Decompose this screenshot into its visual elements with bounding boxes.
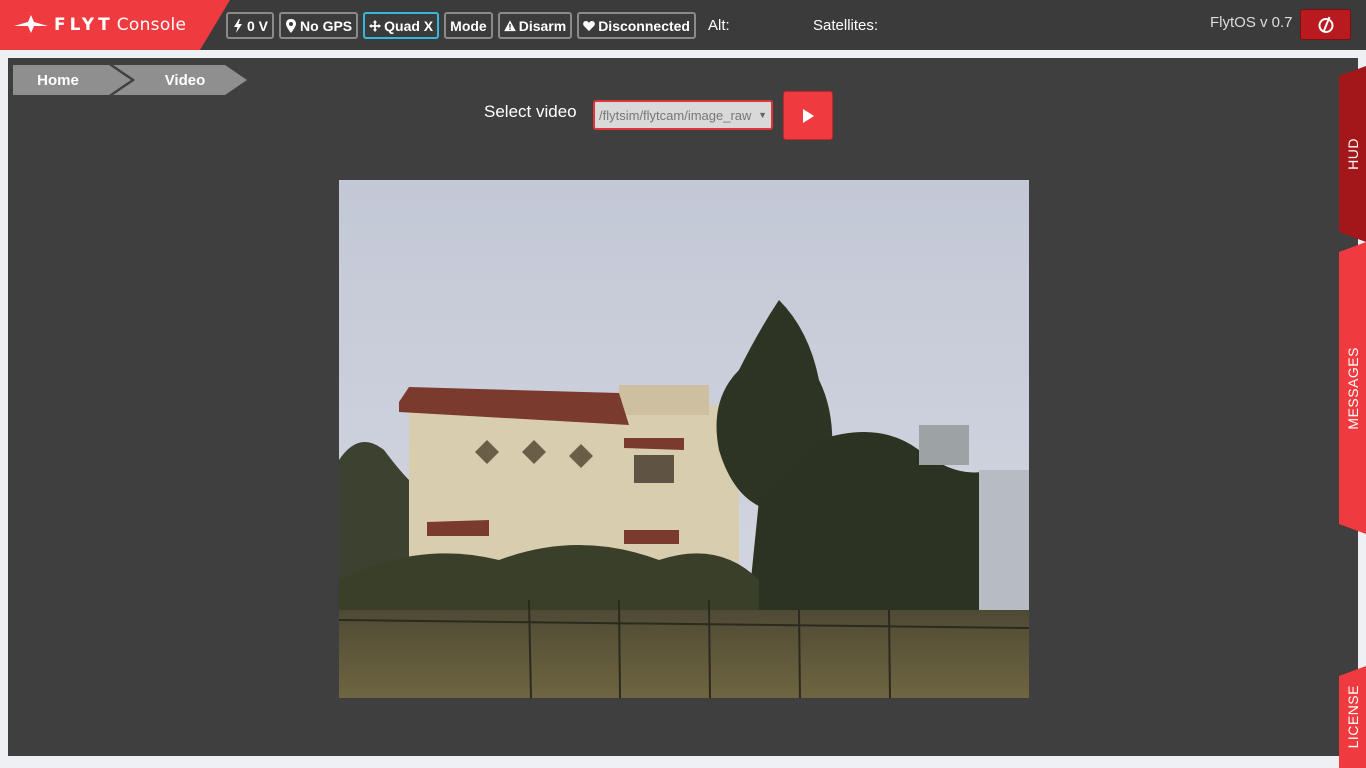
chevron-down-icon: ▼ <box>758 110 767 120</box>
warning-icon <box>503 19 516 33</box>
select-video-label: Select video <box>484 102 577 121</box>
map-pin-icon <box>285 18 297 33</box>
version-label: FlytOS v 0.7 <box>1210 14 1293 31</box>
breadcrumb-home-label: Home <box>37 71 79 89</box>
battery-label: 0 V <box>247 17 269 34</box>
side-tab-hud[interactable]: HUD <box>1339 66 1366 242</box>
play-button[interactable] <box>783 91 833 140</box>
play-icon <box>803 108 814 123</box>
arm-status[interactable]: Disarm <box>497 12 573 39</box>
gps-label: No GPS <box>300 17 353 34</box>
connection-status[interactable]: Disconnected <box>577 12 696 39</box>
power-button[interactable] <box>1300 9 1351 40</box>
flyt-logo-icon <box>14 15 48 33</box>
bolt-icon <box>232 18 244 33</box>
top-bar: FLYT Console 0 V No GPS Quad X Mode Disa… <box>0 0 1366 50</box>
side-tab-messages[interactable]: MESSAGES <box>1339 242 1366 534</box>
power-icon <box>1318 16 1333 33</box>
status-bar: 0 V No GPS Quad X Mode Disarm Disconnect… <box>226 12 701 39</box>
arm-label: Disarm <box>518 17 567 34</box>
altitude-label: Alt: <box>708 17 730 34</box>
side-tab-license-label: LICENSE <box>1344 685 1361 749</box>
video-topic-select[interactable]: /flytsim/flytcam/image_raw ▼ <box>593 100 773 130</box>
battery-status[interactable]: 0 V <box>226 12 275 39</box>
frame-type-label: Quad X <box>384 17 434 34</box>
main-panel: Video Home Select video /flytsim/flytcam… <box>8 58 1358 756</box>
frame-type-status[interactable]: Quad X <box>363 12 440 39</box>
breadcrumb-home[interactable]: Home <box>13 65 131 95</box>
mode-label: Mode <box>450 17 487 34</box>
camera-feed-image <box>339 180 1029 698</box>
mode-status[interactable]: Mode <box>444 12 493 39</box>
side-tab-hud-label: HUD <box>1344 138 1361 170</box>
heart-icon <box>583 19 596 33</box>
side-tab-license[interactable]: LICENSE <box>1339 666 1366 768</box>
satellites-label: Satellites: <box>813 17 879 34</box>
gps-status[interactable]: No GPS <box>279 12 359 39</box>
side-tab-messages-label: MESSAGES <box>1344 346 1361 430</box>
brand-name: FLYT Console <box>54 15 187 35</box>
move-arrows-icon <box>369 19 382 33</box>
brand[interactable]: FLYT Console <box>0 0 230 50</box>
connection-label: Disconnected <box>598 17 690 34</box>
breadcrumb-video-label: Video <box>164 71 206 89</box>
video-topic-value: /flytsim/flytcam/image_raw <box>599 107 752 123</box>
